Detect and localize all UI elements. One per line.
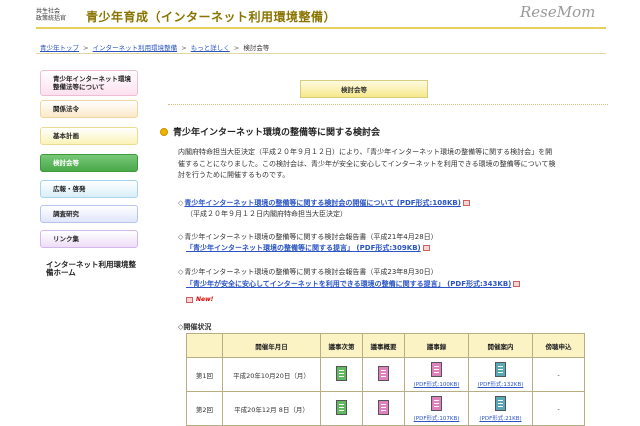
pdf-icon: [462, 200, 470, 206]
entry-3-link-row: 「青少年が安全に安心してインターネットを利用できる環境の整備に関する提言」 (P…: [186, 279, 521, 290]
entry-2-link-row: 「青少年インターネット環境の整備等に関する提言」 (PDF形式:309KB): [186, 243, 430, 254]
sidebar-item-label: 調査研究: [53, 210, 79, 218]
table-cell-agenda: [320, 391, 363, 426]
minutes-pdf-link[interactable]: (PDF形式:107KB): [405, 414, 468, 422]
sidebar-item-label: リンク集: [53, 235, 79, 243]
site-header: 共生社会 政策統括官 青少年育成（インターネット利用環境整備） ReseMom: [0, 0, 640, 30]
sidebar-item-research[interactable]: 調査研究: [40, 205, 138, 223]
bullet-icon: [160, 127, 168, 136]
sidebar-item-pr[interactable]: 広報・啓発: [40, 180, 138, 198]
table-header: 開催年月日: [222, 333, 321, 358]
sidebar-item-related-laws[interactable]: 関係法令: [40, 100, 138, 118]
header-divider: [36, 27, 606, 29]
table-header: 議事録: [404, 333, 469, 358]
section-divider: [168, 104, 608, 105]
summary-doc-icon[interactable]: [378, 400, 389, 415]
sidebar-item-home[interactable]: インターネット利用環境整備ホーム: [40, 256, 138, 282]
breadcrumb-current: 検討会等: [243, 44, 270, 52]
new-badge: New!: [186, 296, 213, 303]
sidebar-item-label: 関係法令: [53, 105, 79, 113]
table-cell-no: 第1回: [186, 357, 223, 392]
breadcrumb: 青少年トップ > インターネット利用環境整備 > もっと詳しく > 検討会等: [40, 42, 269, 52]
diamond-bullet-icon: ◇: [178, 268, 184, 276]
intro-paragraph: 内閣府特命担当大臣決定（平成２０年９月１２日）により、「青少年インターネット環境…: [178, 148, 556, 179]
sidebar-item-study-group[interactable]: 検討会等: [40, 154, 138, 172]
meeting-table: 開催年月日 議事次第 議事概要 議事録 開催案内 傍聴申込 第1回 平成20年1…: [186, 333, 585, 426]
table-cell-date: 平成20年12月 8日（月）: [222, 391, 321, 426]
table-cell-minutes: (PDF形式:107KB): [404, 391, 469, 426]
sidebar-item-label: 基本計画: [53, 132, 79, 140]
diamond-bullet-icon: ◇: [178, 199, 184, 207]
notice-doc-icon[interactable]: [495, 361, 506, 377]
breadcrumb-separator: >: [233, 44, 240, 52]
page-title-text: 青少年インターネット環境の整備等に関する検討会: [173, 128, 381, 138]
agenda-doc-icon[interactable]: [336, 400, 347, 415]
minutes-doc-icon[interactable]: [431, 361, 442, 377]
entry-3: ◇青少年インターネット環境の整備等に関する検討会報告書（平成23年8月30日）: [178, 267, 438, 278]
table-cell-summary: [362, 357, 405, 392]
table-header: 傍聴申込: [532, 333, 585, 358]
entry-1-note: （平成２０年９月１２日内閣府特命担当大臣決定）: [186, 210, 347, 218]
minutes-doc-icon[interactable]: [431, 395, 442, 411]
agenda-doc-icon[interactable]: [336, 366, 347, 381]
table-header-row: 開催年月日 議事次第 議事概要 議事録 開催案内 傍聴申込: [186, 333, 585, 358]
entry-1-pdf-link[interactable]: 青少年インターネット環境の整備等に関する検討会の開催について (PDF形式:10…: [184, 199, 461, 207]
breadcrumb-separator: >: [83, 44, 89, 52]
table-cell-agenda: [320, 357, 363, 392]
breadcrumb-link-internet[interactable]: インターネット利用環境整備: [93, 44, 178, 52]
sidebar-item-links[interactable]: リンク集: [40, 230, 138, 248]
pdf-icon: [513, 281, 521, 287]
table-row: 第1回 平成20年10月20日（月） (PDF形式:100KB) (PDF形式:…: [186, 357, 585, 392]
notice-pdf-link[interactable]: (PDF形式:21KB): [469, 414, 532, 422]
entry-3-title: 青少年インターネット環境の整備等に関する検討会報告書（平成23年8月30日）: [184, 268, 438, 276]
page-title: 青少年インターネット環境の整備等に関する検討会: [160, 125, 380, 138]
entry-2: ◇青少年インターネット環境の整備等に関する検討会報告書（平成21年4月28日）: [178, 232, 438, 243]
table-header: 議事次第: [320, 333, 363, 358]
sidebar-item-law[interactable]: 青少年インターネット環境整備法等について: [40, 70, 138, 96]
breadcrumb-separator: >: [181, 44, 187, 52]
pdf-icon: [186, 296, 193, 303]
sidebar-item-label: 青少年インターネット環境整備法等について: [53, 75, 131, 91]
table-header: 議事概要: [362, 333, 405, 358]
table-cell-date: 平成20年10月20日（月）: [222, 357, 321, 392]
table-row: 第2回 平成20年12月 8日（月） (PDF形式:107KB) (PDF形式:…: [186, 391, 585, 426]
summary-doc-icon[interactable]: [378, 366, 389, 381]
table-cell-minutes: (PDF形式:100KB): [404, 357, 469, 392]
entry-1: ◇青少年インターネット環境の整備等に関する検討会の開催について (PDF形式:1…: [178, 198, 470, 209]
status-heading: ◇開催状況: [178, 322, 211, 332]
site-title: 青少年育成（インターネット利用環境整備）: [86, 10, 337, 24]
watermark-logo: ReseMom: [520, 3, 596, 21]
entry-3-pdf-link[interactable]: 「青少年が安全に安心してインターネットを利用できる環境の整備に関する提言」 (P…: [186, 280, 511, 288]
minutes-pdf-link[interactable]: (PDF形式:100KB): [405, 380, 468, 388]
table-header: 開催案内: [468, 333, 533, 358]
table-cell-notice: (PDF形式:132KB): [468, 357, 533, 392]
breadcrumb-link-details[interactable]: もっと詳しく: [191, 44, 230, 52]
section-tab: 検討会等: [300, 80, 428, 98]
pdf-icon: [422, 245, 430, 251]
table-header: [186, 333, 223, 358]
table-cell-notice: (PDF形式:21KB): [468, 391, 533, 426]
notice-doc-icon[interactable]: [495, 395, 506, 411]
new-badge-label: New!: [196, 296, 214, 303]
breadcrumb-divider: [36, 53, 606, 54]
diamond-bullet-icon: ◇: [178, 233, 184, 241]
table-cell-apply: -: [532, 391, 585, 426]
org-name: 共生社会 政策統括官: [36, 8, 66, 22]
sidebar-item-label: インターネット利用環境整備ホーム: [46, 260, 136, 277]
table-cell-summary: [362, 391, 405, 426]
status-heading-text: 開催状況: [183, 323, 212, 331]
notice-pdf-link[interactable]: (PDF形式:132KB): [469, 380, 532, 388]
org-line-1: 共生社会: [36, 8, 61, 15]
org-line-2: 政策統括官: [36, 15, 67, 22]
sidebar-item-label: 検討会等: [53, 159, 79, 167]
sidebar-item-basic-plan[interactable]: 基本計画: [40, 127, 138, 145]
entry-2-title: 青少年インターネット環境の整備等に関する検討会報告書（平成21年4月28日）: [184, 233, 438, 241]
breadcrumb-link-youth-top[interactable]: 青少年トップ: [40, 44, 79, 52]
table-cell-apply: -: [532, 357, 585, 392]
table-cell-no: 第2回: [186, 391, 223, 426]
entry-2-pdf-link[interactable]: 「青少年インターネット環境の整備等に関する提言」 (PDF形式:309KB): [186, 244, 421, 252]
sidebar-item-label: 広報・啓発: [53, 185, 86, 193]
